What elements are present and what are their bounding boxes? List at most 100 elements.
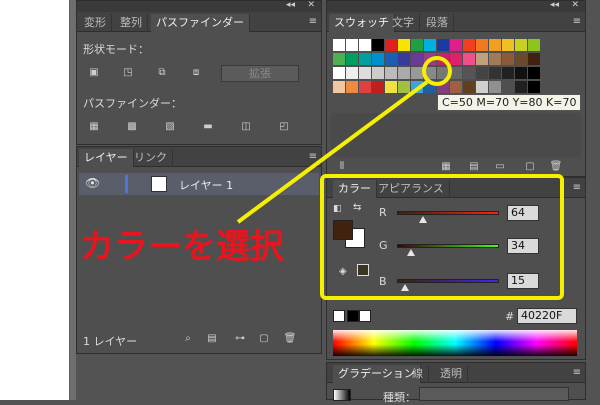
- color-swatch[interactable]: [411, 39, 423, 51]
- panel-menu-icon[interactable]: ≡: [573, 367, 581, 378]
- panel-collapse-icon[interactable]: ◂◂: [286, 0, 295, 10]
- color-swatch[interactable]: [333, 81, 345, 93]
- color-swatch[interactable]: [528, 39, 540, 51]
- tab-layers[interactable]: レイヤー: [79, 149, 134, 167]
- gradient-preview[interactable]: [333, 389, 351, 401]
- swatch-options-icon[interactable]: ▤: [467, 161, 481, 173]
- tab-align[interactable]: 整列: [115, 14, 148, 32]
- tab-pathfinder[interactable]: パスファインダー: [151, 14, 250, 32]
- exclude-icon[interactable]: ⧈: [189, 67, 203, 79]
- color-swatch[interactable]: [489, 39, 501, 51]
- green-slider-track[interactable]: [397, 244, 499, 248]
- green-slider-thumb[interactable]: [407, 249, 415, 256]
- color-swatch[interactable]: [398, 67, 410, 79]
- red-slider-thumb[interactable]: [419, 216, 427, 223]
- panel-close-icon[interactable]: ✕: [307, 0, 315, 10]
- color-swatch[interactable]: [424, 67, 436, 79]
- color-swatch[interactable]: [346, 53, 358, 65]
- blue-slider-thumb[interactable]: [401, 284, 409, 291]
- tab-color[interactable]: カラー: [333, 180, 377, 198]
- minus-front-icon[interactable]: ◳: [121, 67, 135, 79]
- color-swatch[interactable]: [528, 53, 540, 65]
- trim-icon[interactable]: ▩: [125, 121, 139, 133]
- color-swatch[interactable]: [372, 67, 384, 79]
- color-swatch[interactable]: [385, 53, 397, 65]
- color-swatch[interactable]: [385, 67, 397, 79]
- panel-menu-icon[interactable]: ≡: [309, 16, 317, 27]
- color-swatch[interactable]: [463, 39, 475, 51]
- fill-color-swatch[interactable]: [333, 220, 353, 240]
- color-swatch[interactable]: [463, 81, 475, 93]
- color-swatch[interactable]: [437, 39, 449, 51]
- panel-collapse-icon[interactable]: ◂◂: [550, 0, 559, 10]
- color-swatch[interactable]: [502, 39, 514, 51]
- unite-icon[interactable]: ▣: [87, 67, 101, 79]
- color-swatch[interactable]: [398, 39, 410, 51]
- white-swatch[interactable]: [359, 310, 371, 322]
- merge-icon[interactable]: ▧: [163, 121, 177, 133]
- color-swatch[interactable]: [333, 53, 345, 65]
- tab-stroke[interactable]: 線: [407, 365, 429, 383]
- panel-menu-icon[interactable]: ≡: [573, 182, 581, 193]
- tab-transform[interactable]: 変形: [79, 14, 112, 32]
- color-swatch[interactable]: [502, 53, 514, 65]
- color-swatch[interactable]: [437, 81, 449, 93]
- red-slider-track[interactable]: [397, 211, 499, 215]
- black-swatch[interactable]: [347, 310, 359, 322]
- divide-icon[interactable]: ▦: [87, 121, 101, 133]
- tab-swatches[interactable]: スウォッチ: [329, 14, 395, 32]
- new-color-group-icon[interactable]: ▭: [493, 161, 507, 173]
- color-swatch[interactable]: [528, 67, 540, 79]
- color-swatch[interactable]: [398, 81, 410, 93]
- color-swatch[interactable]: [437, 67, 449, 79]
- color-swatch[interactable]: [450, 53, 462, 65]
- locate-object-icon[interactable]: ⌕: [181, 333, 195, 345]
- color-swatch[interactable]: [515, 67, 527, 79]
- color-swatch[interactable]: [502, 81, 514, 93]
- hex-value-field[interactable]: 40220F: [517, 308, 577, 324]
- color-swatch[interactable]: [450, 67, 462, 79]
- color-swatch[interactable]: [489, 81, 501, 93]
- swatch-library-icon[interactable]: ⫴: [335, 161, 349, 173]
- color-swatch[interactable]: [372, 39, 384, 51]
- color-swatch[interactable]: [346, 67, 358, 79]
- color-swatch[interactable]: [333, 67, 345, 79]
- color-swatch[interactable]: [515, 81, 527, 93]
- color-swatch[interactable]: [346, 39, 358, 51]
- color-swatch[interactable]: [502, 67, 514, 79]
- color-swatch[interactable]: [385, 81, 397, 93]
- color-swatch[interactable]: [411, 53, 423, 65]
- panel-menu-icon[interactable]: ≡: [573, 16, 581, 27]
- color-swatch[interactable]: [359, 39, 371, 51]
- tab-character[interactable]: 文字: [387, 14, 420, 32]
- tab-links[interactable]: リンク: [129, 149, 173, 167]
- clipping-mask-icon[interactable]: ▤: [205, 333, 219, 345]
- color-swatch[interactable]: [528, 81, 540, 93]
- color-swatch[interactable]: [515, 53, 527, 65]
- color-swatch[interactable]: [424, 81, 436, 93]
- blue-value-field[interactable]: 15: [507, 273, 539, 289]
- crop-icon[interactable]: ▬: [201, 121, 215, 133]
- color-swatch[interactable]: [450, 39, 462, 51]
- tab-paragraph[interactable]: 段落: [421, 14, 454, 32]
- gradient-type-dropdown[interactable]: [419, 387, 569, 401]
- gamut-color-swatch[interactable]: [357, 264, 369, 276]
- color-swatch[interactable]: [476, 81, 488, 93]
- delete-layer-icon[interactable]: 🗑: [283, 333, 297, 345]
- outline-icon[interactable]: ◫: [239, 121, 253, 133]
- new-layer-icon[interactable]: ▢: [257, 333, 271, 345]
- color-swatch[interactable]: [333, 39, 345, 51]
- color-swatch[interactable]: [359, 67, 371, 79]
- tab-transparency[interactable]: 透明: [435, 365, 468, 383]
- color-swatch[interactable]: [359, 81, 371, 93]
- color-swatch[interactable]: [463, 67, 475, 79]
- show-kinds-icon[interactable]: ▦: [439, 161, 453, 173]
- color-swatch[interactable]: [424, 53, 436, 65]
- layer-name[interactable]: レイヤー 1: [179, 177, 233, 193]
- delete-swatch-icon[interactable]: 🗑: [549, 161, 563, 173]
- color-swatch[interactable]: [424, 39, 436, 51]
- swap-colors-icon[interactable]: ⇆: [353, 202, 361, 213]
- none-swatch[interactable]: [333, 310, 345, 322]
- new-sublayer-icon[interactable]: ⊶: [233, 333, 247, 345]
- new-swatch-icon[interactable]: ▢: [523, 161, 537, 173]
